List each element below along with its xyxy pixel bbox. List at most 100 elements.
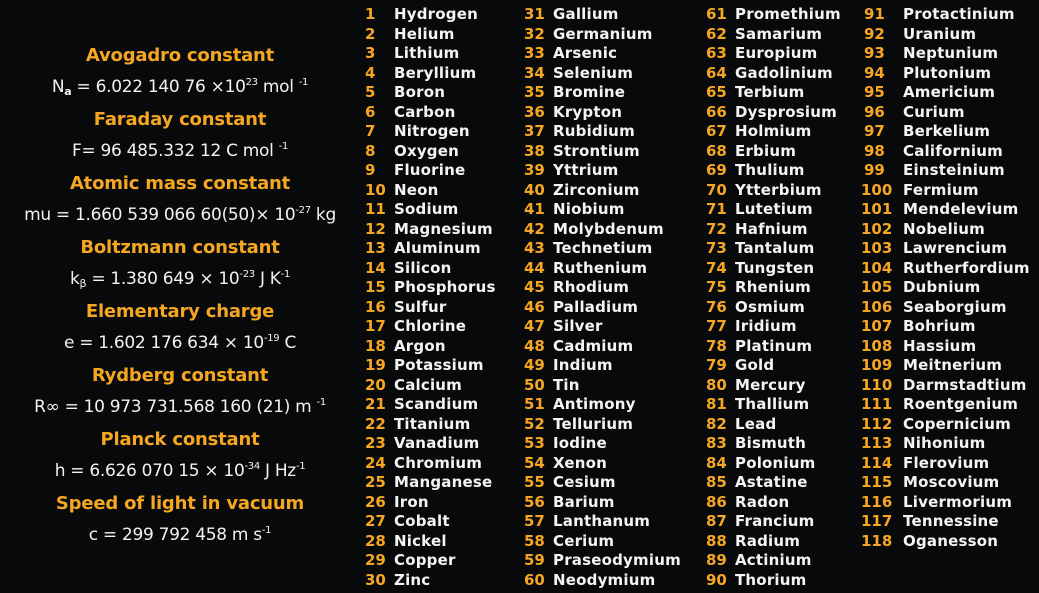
- element-name: Cadmium: [553, 336, 634, 355]
- atomic-number: 67: [706, 122, 727, 140]
- element-name: Neptunium: [903, 44, 999, 62]
- element-row: 30 Zinc: [365, 571, 496, 591]
- atomic-number: 54: [524, 453, 545, 472]
- element-row: 75 Rhenium: [706, 278, 841, 298]
- element-name: Neodymium: [553, 570, 656, 589]
- element-name: Copernicium: [903, 414, 1011, 433]
- atomic-number: 62: [706, 24, 727, 43]
- atomic-number: 38: [524, 141, 545, 160]
- element-row: 117 Tennessine: [861, 512, 1030, 532]
- element-row: 114 Flerovium: [861, 454, 1030, 474]
- element-name: Flerovium: [903, 453, 990, 472]
- element-row: 52 Tellurium: [524, 415, 681, 435]
- constant-symbol: h: [54, 461, 66, 481]
- element-row: 63 Europium: [706, 44, 841, 64]
- element-name: Americium: [903, 83, 996, 101]
- element-row: 37 Rubidium: [524, 122, 681, 142]
- element-name: Roentgenium: [903, 395, 1019, 413]
- element-row: 42 Molybdenum: [524, 220, 681, 240]
- element-row: 8 Oxygen: [365, 142, 496, 162]
- constant-number: = 6.626 070 15 × 10: [65, 461, 245, 481]
- atomic-number: 34: [524, 63, 545, 82]
- constant-exponent: -19: [263, 333, 280, 344]
- constant-value: c = 299 792 458 m s-1: [0, 518, 360, 554]
- element-row: 24 Chromium: [365, 454, 496, 474]
- atomic-number: 12: [365, 219, 386, 238]
- element-name: Francium: [735, 512, 815, 530]
- element-name: Einsteinium: [903, 161, 1005, 179]
- atomic-number: 77: [706, 317, 727, 335]
- atomic-number: 71: [706, 200, 727, 218]
- element-name: Krypton: [553, 102, 623, 121]
- atomic-number: 18: [365, 336, 386, 355]
- element-name: Neon: [394, 180, 439, 199]
- element-row: 35 Bromine: [524, 83, 681, 103]
- constant-unit: kg: [310, 205, 336, 225]
- element-row: 47 Silver: [524, 317, 681, 337]
- atomic-number: 110: [861, 375, 893, 394]
- element-row: 56 Barium: [524, 493, 681, 513]
- element-row: 110 Darmstadtium: [861, 376, 1030, 396]
- elements-column-1: 1 Hydrogen 2 Helium 3 Lithium 4 Beryllium 5 Boron…: [365, 5, 496, 590]
- element-name: Thulium: [735, 161, 805, 179]
- element-row: 3 Lithium: [365, 44, 496, 64]
- element-row: 46 Palladium: [524, 298, 681, 318]
- element-name: Tellurium: [553, 414, 634, 433]
- element-name: Hydrogen: [394, 5, 478, 23]
- atomic-number: 20: [365, 375, 386, 394]
- element-row: 116 Livermorium: [861, 493, 1030, 513]
- element-name: Sulfur: [394, 297, 447, 316]
- element-name: Cesium: [553, 473, 616, 491]
- atomic-number: 52: [524, 414, 545, 433]
- atomic-number: 24: [365, 453, 386, 472]
- element-name: Tin: [553, 375, 580, 394]
- element-name: Bromine: [553, 83, 626, 101]
- element-row: 84 Polonium: [706, 454, 841, 474]
- element-row: 6 Carbon: [365, 103, 496, 123]
- element-row: 72 Hafnium: [706, 220, 841, 240]
- atomic-number: 50: [524, 375, 545, 394]
- atomic-number: 76: [706, 297, 727, 316]
- constant-symbol: R∞: [34, 397, 60, 417]
- element-row: 32 Germanium: [524, 25, 681, 45]
- atomic-number: 83: [706, 434, 727, 452]
- constant-block: Boltzmann constant kβ = 1.380 649 × 10-23…: [0, 234, 360, 298]
- atomic-number: 40: [524, 180, 545, 199]
- constant-title: Speed of light in vacuum: [55, 493, 305, 514]
- element-row: 58 Cerium: [524, 532, 681, 552]
- atomic-number: 8: [365, 141, 376, 160]
- atomic-number: 107: [861, 317, 893, 335]
- constant-block: Faraday constant F= 96 485.332 12 C mol -…: [0, 106, 360, 170]
- element-name: Darmstadtium: [903, 375, 1027, 394]
- atomic-number: 35: [524, 83, 545, 101]
- constant-number: = 1.660 539 066 60(50)× 10: [50, 205, 296, 225]
- atomic-number: 118: [861, 531, 893, 550]
- element-row: 79 Gold: [706, 356, 841, 376]
- constant-number: = 96 485.332 12 C mol: [81, 141, 279, 161]
- atomic-number: 22: [365, 414, 386, 433]
- element-row: 100 Fermium: [861, 181, 1030, 201]
- element-row: 2 Helium: [365, 25, 496, 45]
- element-row: 39 Yttrium: [524, 161, 681, 181]
- atomic-number: 30: [365, 570, 386, 589]
- element-name: Terbium: [735, 83, 805, 101]
- element-name: Hafnium: [735, 219, 808, 238]
- element-name: Erbium: [735, 141, 797, 160]
- element-name: Meitnerium: [903, 356, 1003, 374]
- atomic-number: 17: [365, 317, 386, 335]
- atomic-number: 81: [706, 395, 727, 413]
- constant-block: Planck constant h = 6.626 070 15 × 10-34 …: [0, 426, 360, 490]
- constant-symbol: k: [69, 269, 80, 289]
- element-name: Ruthenium: [553, 258, 648, 277]
- element-row: 4 Beryllium: [365, 64, 496, 84]
- atomic-number: 112: [861, 414, 893, 433]
- element-name: Niobium: [553, 200, 625, 218]
- element-row: 85 Astatine: [706, 473, 841, 493]
- element-row: 67 Holmium: [706, 122, 841, 142]
- element-row: 81 Thallium: [706, 395, 841, 415]
- element-name: Lead: [735, 414, 777, 433]
- element-row: 80 Mercury: [706, 376, 841, 396]
- atomic-number: 6: [365, 102, 376, 121]
- atomic-number: 75: [706, 278, 727, 296]
- atomic-number: 111: [861, 395, 893, 413]
